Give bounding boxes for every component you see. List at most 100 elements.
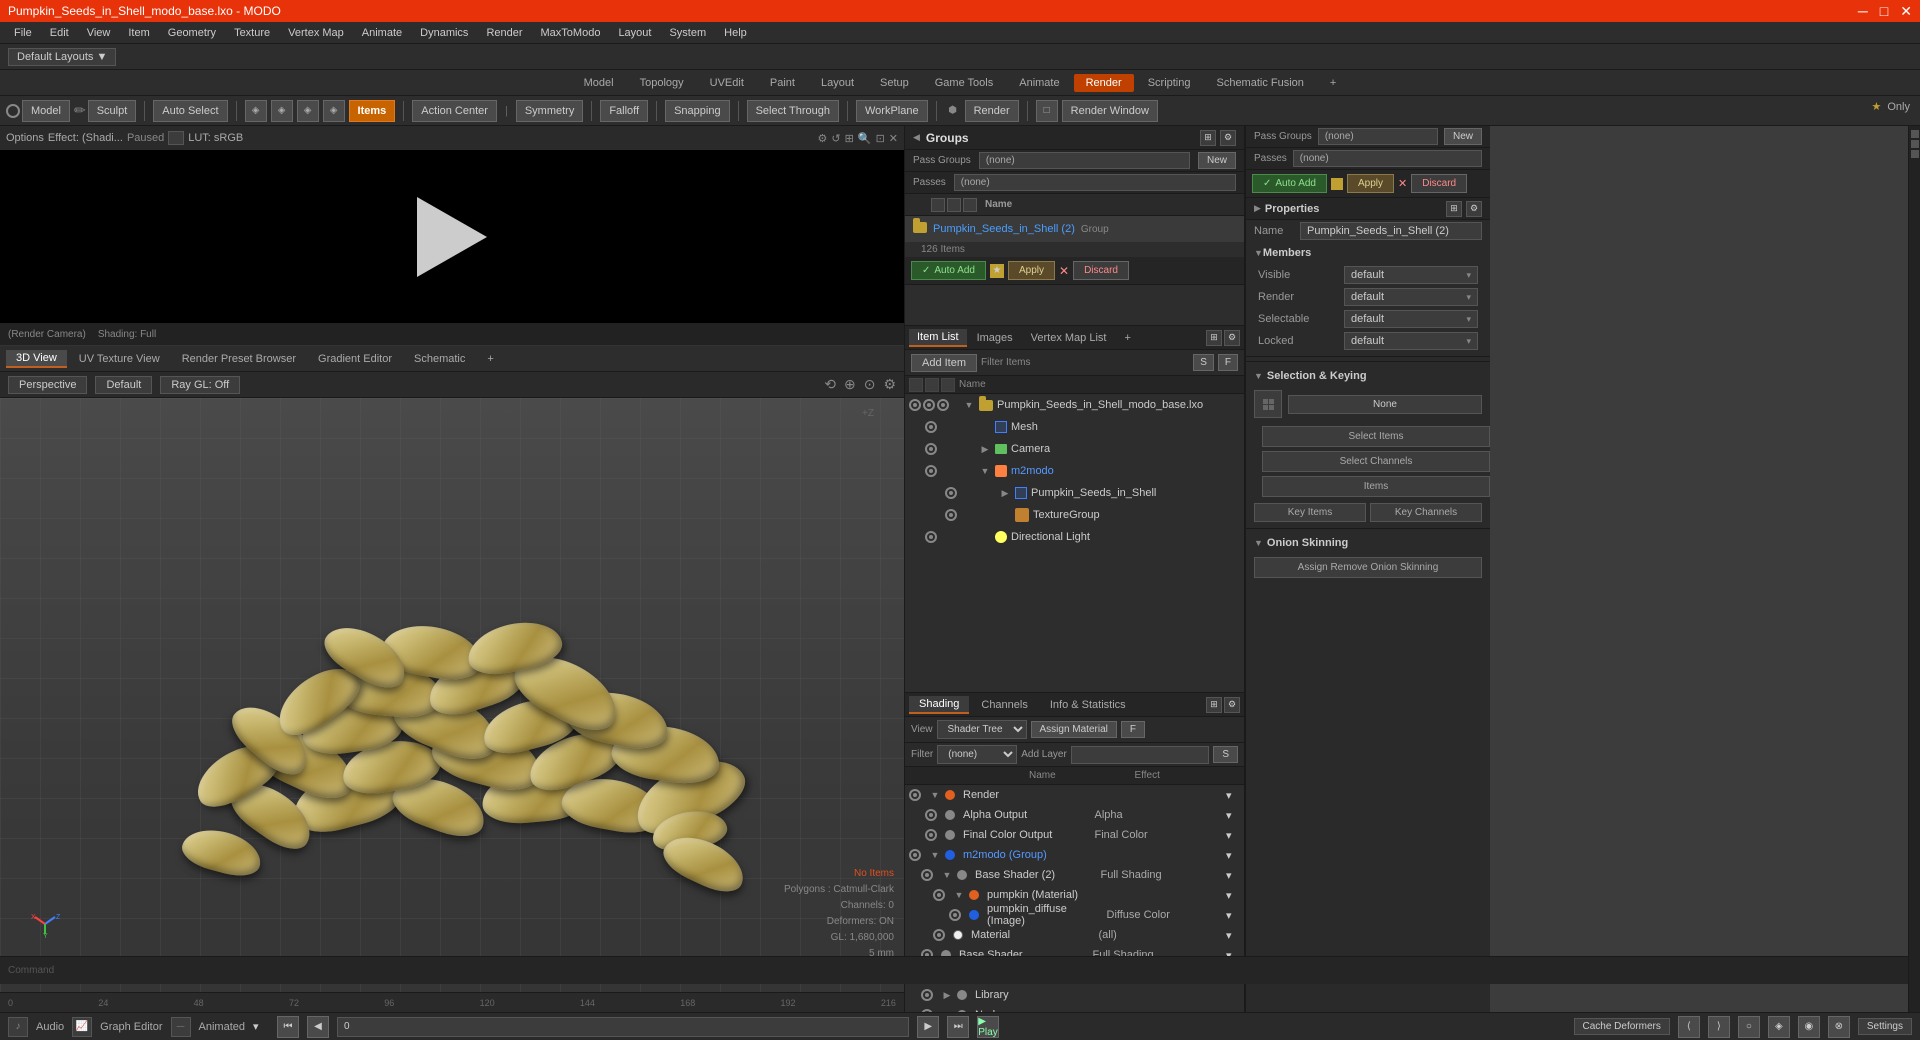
- none-btn[interactable]: None: [1288, 395, 1482, 414]
- shader-row-finalcolor[interactable]: Final Color Output Final Color ▾: [905, 825, 1244, 845]
- options-label[interactable]: Options: [6, 132, 44, 144]
- action-center-btn[interactable]: Action Center: [412, 100, 497, 122]
- item-list-expand[interactable]: ⊞: [1206, 330, 1222, 346]
- tree-row-camera[interactable]: ▶ Camera: [905, 438, 1244, 460]
- video-canvas[interactable]: [0, 150, 904, 323]
- item-list-tab[interactable]: Item List: [909, 329, 967, 347]
- menu-view[interactable]: View: [79, 25, 119, 41]
- viewport-tab-gradient[interactable]: Gradient Editor: [308, 351, 402, 367]
- discard-btn[interactable]: Discard: [1073, 261, 1129, 280]
- shader-row-pumpkin[interactable]: ▼ pumpkin (Material) ▾: [905, 885, 1244, 905]
- menu-system[interactable]: System: [661, 25, 714, 41]
- shading-tab[interactable]: Shading: [909, 696, 969, 714]
- filter-f-btn[interactable]: F: [1218, 354, 1238, 371]
- menu-layout[interactable]: Layout: [610, 25, 659, 41]
- prev-frame-btn[interactable]: ◀: [307, 1016, 329, 1038]
- shield-icon-4[interactable]: ◈: [323, 100, 345, 122]
- transport-icon-1[interactable]: ⟨: [1678, 1016, 1700, 1038]
- add-layer-select[interactable]: [1071, 746, 1210, 764]
- menu-render[interactable]: Render: [478, 25, 530, 41]
- group-item-pumpkin[interactable]: Pumpkin_Seeds_in_Shell (2) Group: [905, 216, 1244, 242]
- snapping-btn[interactable]: Snapping: [665, 100, 730, 122]
- shield-icon-2[interactable]: ◈: [271, 100, 293, 122]
- auto-select-btn[interactable]: Auto Select: [153, 100, 227, 122]
- passes-value-right[interactable]: (none): [1293, 150, 1482, 167]
- menu-file[interactable]: File: [6, 25, 40, 41]
- animated-dropdown[interactable]: ▾: [253, 1020, 269, 1033]
- close-icon[interactable]: ✕: [889, 132, 898, 145]
- viewport-tab-plus[interactable]: +: [477, 351, 503, 367]
- vtab-3[interactable]: [1911, 150, 1919, 158]
- render-icon[interactable]: ⬢: [945, 103, 961, 119]
- tab-uvedit[interactable]: UVEdit: [698, 74, 756, 92]
- transport-icon-5[interactable]: ◉: [1798, 1016, 1820, 1038]
- fit-icon[interactable]: ⊡: [876, 132, 885, 145]
- tab-gametools[interactable]: Game Tools: [923, 74, 1006, 92]
- shield-icon-3[interactable]: ◈: [297, 100, 319, 122]
- tab-layout[interactable]: Layout: [809, 74, 866, 92]
- new-pass-group-btn[interactable]: New: [1198, 152, 1236, 169]
- frame-input[interactable]: 0: [337, 1017, 909, 1037]
- apply-btn[interactable]: Apply: [1008, 261, 1055, 280]
- info-tab[interactable]: Info & Statistics: [1040, 697, 1136, 713]
- minimize-btn[interactable]: ─: [1858, 3, 1868, 20]
- shader-row-library[interactable]: ▶ Library: [905, 985, 1244, 1005]
- item-list-plus[interactable]: +: [1116, 330, 1138, 346]
- menu-edit[interactable]: Edit: [42, 25, 77, 41]
- visible-select[interactable]: default ▾: [1344, 266, 1478, 284]
- item-list-settings[interactable]: ⚙: [1224, 330, 1240, 346]
- view-select[interactable]: Shader Tree: [937, 720, 1027, 739]
- shader-row-m2modo[interactable]: ▼ m2modo (Group) ▾: [905, 845, 1244, 865]
- tree-row-m2modo[interactable]: ▼ m2modo: [905, 460, 1244, 482]
- menu-animate[interactable]: Animate: [354, 25, 410, 41]
- settings-btn[interactable]: Settings: [1858, 1018, 1912, 1035]
- filter-select[interactable]: (none): [937, 745, 1017, 764]
- shader-row-nodes[interactable]: ▶ Nodes: [905, 1005, 1244, 1012]
- menu-texture[interactable]: Texture: [226, 25, 278, 41]
- menu-maxtomodo[interactable]: MaxToModo: [533, 25, 609, 41]
- fit-icon2[interactable]: ⊙: [864, 376, 876, 393]
- shield-icon-1[interactable]: ◈: [245, 100, 267, 122]
- 3d-viewport[interactable]: No Items Polygons : Catmull-Clark Channe…: [0, 398, 904, 992]
- transport-icon-4[interactable]: ◈: [1768, 1016, 1790, 1038]
- vis-icon[interactable]: [931, 198, 945, 212]
- next-frame-btn[interactable]: ▶: [917, 1016, 939, 1038]
- locked-select[interactable]: default ▾: [1344, 332, 1478, 350]
- f-key-btn[interactable]: F: [1121, 721, 1145, 738]
- tab-animate[interactable]: Animate: [1007, 74, 1071, 92]
- assign-material-btn[interactable]: Assign Material: [1031, 721, 1117, 738]
- apply-btn-right[interactable]: Apply: [1347, 174, 1394, 193]
- filter-s-btn[interactable]: S: [1193, 354, 1214, 371]
- default-btn[interactable]: Default: [95, 376, 152, 394]
- select-items-btn[interactable]: Select Items: [1262, 426, 1490, 447]
- tab-topology[interactable]: Topology: [628, 74, 696, 92]
- falloff-btn[interactable]: Falloff: [600, 100, 648, 122]
- s-key-btn[interactable]: S: [1213, 746, 1238, 763]
- render-window-icon[interactable]: □: [1036, 100, 1058, 122]
- go-start-btn[interactable]: ⏮: [277, 1016, 299, 1038]
- tree-row-mesh[interactable]: Mesh: [905, 416, 1244, 438]
- selectable-select[interactable]: default ▾: [1344, 310, 1478, 328]
- menu-vertexmap[interactable]: Vertex Map: [280, 25, 352, 41]
- shading-expand[interactable]: ⊞: [1206, 697, 1222, 713]
- props-expand[interactable]: ⊞: [1446, 201, 1462, 217]
- maximize-btn[interactable]: □: [1880, 3, 1888, 20]
- close-btn[interactable]: ✕: [1900, 3, 1912, 20]
- render-icon2[interactable]: [947, 198, 961, 212]
- animated-label[interactable]: Animated: [199, 1021, 245, 1033]
- settings-icon2[interactable]: ⚙: [1220, 130, 1236, 146]
- graph-icon[interactable]: 📈: [72, 1017, 92, 1037]
- discard-btn-right[interactable]: Discard: [1411, 174, 1467, 193]
- shader-row-alpha[interactable]: Alpha Output Alpha ▾: [905, 805, 1244, 825]
- menu-help[interactable]: Help: [716, 25, 755, 41]
- menu-geometry[interactable]: Geometry: [160, 25, 224, 41]
- audio-icon[interactable]: ♪: [8, 1017, 28, 1037]
- vtab-1[interactable]: [1911, 130, 1919, 138]
- transport-icon-3[interactable]: ○: [1738, 1016, 1760, 1038]
- render-btn[interactable]: Render: [965, 100, 1019, 122]
- tree-row-pumpkin[interactable]: ▶ Pumpkin_Seeds_in_Shell: [905, 482, 1244, 504]
- new-btn-right[interactable]: New: [1444, 128, 1482, 145]
- tab-schematic[interactable]: Schematic Fusion: [1204, 74, 1315, 92]
- animated-icon[interactable]: ⏤: [171, 1017, 191, 1037]
- render-window-btn[interactable]: Render Window: [1062, 100, 1158, 122]
